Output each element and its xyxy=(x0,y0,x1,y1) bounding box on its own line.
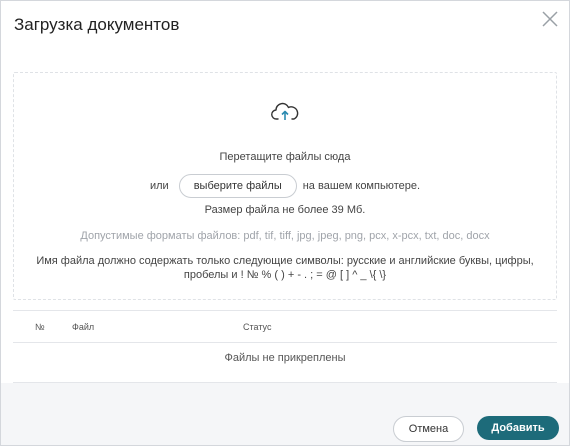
add-button[interactable]: Добавить xyxy=(477,416,559,440)
dialog-title: Загрузка документов xyxy=(14,15,180,34)
select-files-button[interactable]: выберите файлы xyxy=(178,174,297,198)
filename-rules-line1: Имя файла должно содержать только следую… xyxy=(36,255,534,267)
upload-panel: Перетащите файлы сюда или выберите файлы… xyxy=(1,48,569,383)
column-number: № xyxy=(35,322,45,332)
close-icon[interactable] xyxy=(541,10,559,28)
file-dropzone[interactable]: Перетащите файлы сюда или выберите файлы… xyxy=(13,72,557,300)
filename-rules-line2: пробелы и ! № % ( ) + - . ; = @ [ ] ^ _ … xyxy=(183,269,387,281)
drag-text: Перетащите файлы сюда xyxy=(219,151,351,163)
dialog-body: Перетащите файлы сюда или выберите файлы… xyxy=(1,48,569,397)
filename-rules: Имя файла должно содержать только следую… xyxy=(14,254,556,282)
select-row: или выберите файлы на вашем компьютере. xyxy=(14,174,556,198)
cloud-upload-icon xyxy=(271,102,299,120)
files-empty-message: Файлы не прикреплены xyxy=(13,342,557,383)
cancel-button[interactable]: Отмена xyxy=(393,416,464,442)
column-file: Файл xyxy=(72,322,95,332)
formats-text: Допустимые форматы файлов: pdf, tif, tif… xyxy=(80,230,490,242)
size-limit-text: Размер файла не более 39 Мб. xyxy=(204,204,366,216)
files-table-header: № Файл Статус xyxy=(13,310,557,343)
dialog-footer: Отмена Добавить xyxy=(1,397,569,445)
dialog-header: Загрузка документов xyxy=(1,1,569,48)
or-text: или xyxy=(149,180,169,192)
on-computer-text: на вашем компьютере. xyxy=(302,180,421,192)
column-status: Статус xyxy=(243,322,272,332)
upload-dialog: Загрузка документов Перетащите файлы сюд… xyxy=(0,0,570,446)
